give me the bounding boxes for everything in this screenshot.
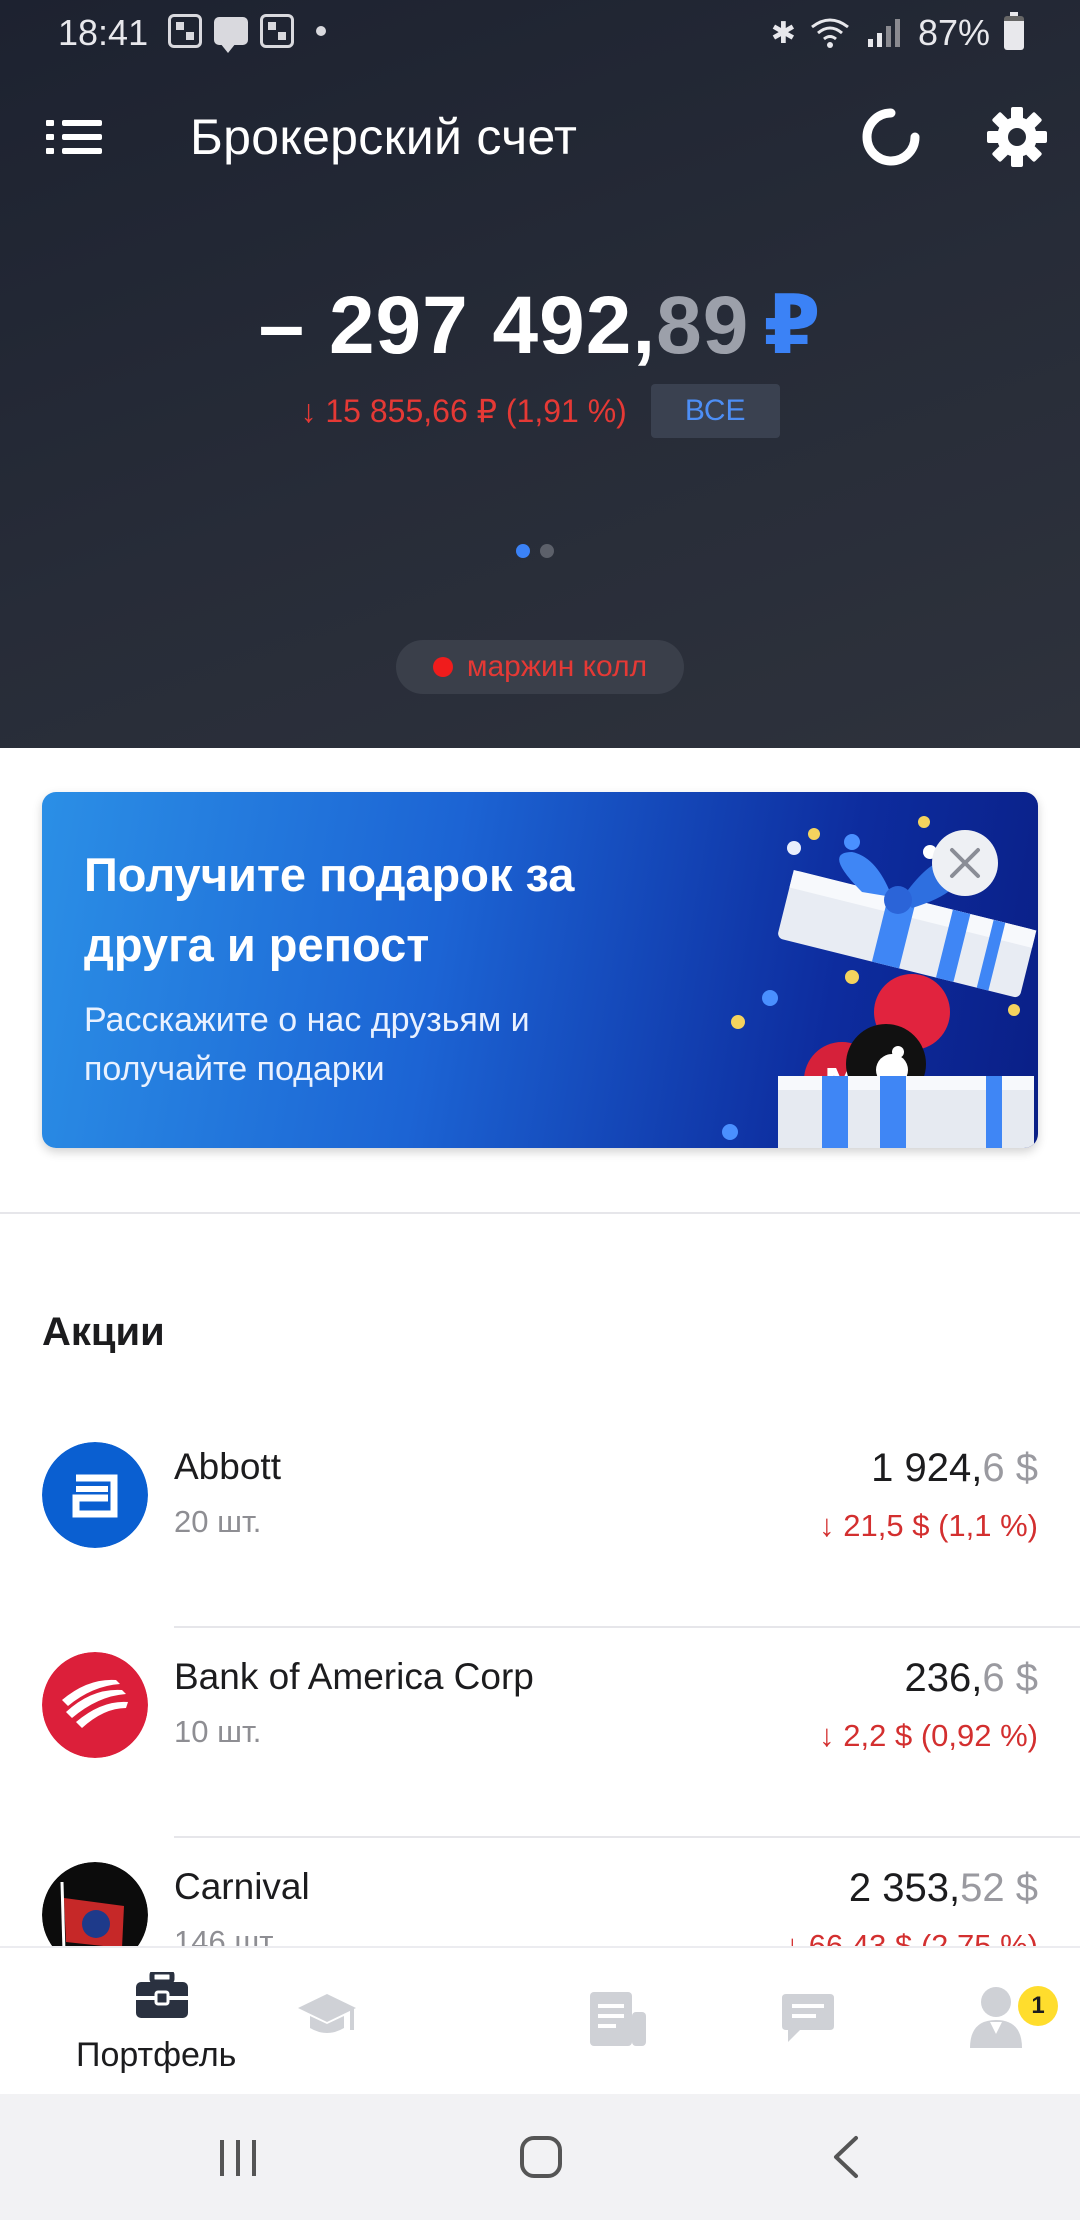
section-divider <box>0 1212 1080 1214</box>
top-app-bar: Брокерский счет <box>0 96 1080 180</box>
menu-list-icon[interactable] <box>46 114 102 160</box>
balance-integer: – 297 492, <box>258 280 657 371</box>
signal-icon <box>867 19 900 47</box>
graduation-cap-icon <box>298 1994 356 2033</box>
close-icon <box>950 848 980 878</box>
chat-icon <box>782 1994 834 2042</box>
bank-of-america-logo-icon <box>42 1652 148 1758</box>
banner-text: Расскажите о нас друзьям и получайте под… <box>84 1001 530 1088</box>
stock-price: 2 353,52 $ <box>849 1866 1038 1911</box>
banner-title: Получите подарок за друга и репост <box>84 848 575 971</box>
bluetooth-icon: ✱ <box>770 16 796 50</box>
gear-icon[interactable] <box>984 104 1050 170</box>
battery-percent: 87% <box>917 12 990 53</box>
news-icon <box>590 1992 646 2046</box>
promo-banner[interactable]: Получите подарок за друга и репост Расск… <box>42 792 1038 1148</box>
price-fraction: 6 $ <box>982 1446 1038 1490</box>
abbott-logo-icon <box>42 1442 148 1548</box>
stock-name: Bank of America Corp <box>174 1656 534 1697</box>
portfolio-balance: – 297 492,89 ₽ <box>0 278 1080 373</box>
account-header: 18:41 ✱ 87% Брокерский счет – 297 492,89… <box>0 0 1080 748</box>
stock-price: 1 924,6 $ <box>871 1446 1038 1491</box>
page-dot <box>540 544 554 558</box>
status-indicators: ✱ 87% <box>771 12 1024 54</box>
price-fraction: 52 $ <box>960 1866 1038 1910</box>
nav-portfolio[interactable]: Портфель <box>0 1948 236 2096</box>
stock-name: Carnival <box>174 1866 310 1907</box>
battery-icon <box>1004 12 1024 50</box>
currency-symbol: ₽ <box>763 280 822 371</box>
balance-fraction: 89 <box>656 280 750 371</box>
price-fraction: 6 $ <box>982 1656 1038 1700</box>
profile-icon <box>970 1987 1022 2048</box>
balance-change-row: ↓ 15 855,66 ₽ (1,91 %) ВСЕ <box>0 384 1080 438</box>
nav-portfolio-label: Портфель <box>76 2036 237 2074</box>
margin-call-label: маржин колл <box>466 650 648 683</box>
close-banner-button[interactable] <box>932 830 998 896</box>
back-icon[interactable] <box>826 2134 866 2180</box>
notification-badge: 1 <box>1018 1986 1058 2026</box>
stocks-section-title: Акции <box>42 1310 165 1354</box>
price-integer: 1 924, <box>871 1446 983 1490</box>
stock-quantity: 20 шт. <box>174 1504 262 1539</box>
refresh-icon[interactable] <box>858 104 924 170</box>
alert-dot-icon <box>432 657 453 677</box>
stock-price: 236,6 $ <box>905 1656 1038 1701</box>
page-dot-active <box>516 544 530 558</box>
notification-icons <box>168 14 326 53</box>
nav-education[interactable] <box>216 1948 432 2096</box>
bottom-navigation: Портфель 1 <box>0 1946 1080 2094</box>
stock-row-abbott[interactable]: Abbott 20 шт. 1 924,6 $ ↓ 21,5 $ (1,1 %) <box>0 1418 1080 1628</box>
wifi-icon <box>811 18 849 48</box>
nav-chat[interactable] <box>648 1948 864 2096</box>
nav-news[interactable] <box>432 1948 648 2096</box>
page-title: Брокерский счет <box>190 109 578 165</box>
period-all-button[interactable]: ВСЕ <box>650 384 780 438</box>
stock-quantity: 10 шт. <box>174 1714 262 1749</box>
stock-name: Abbott <box>174 1446 281 1487</box>
briefcase-icon <box>136 1972 188 2018</box>
home-icon[interactable] <box>518 2134 564 2180</box>
price-integer: 236, <box>904 1656 983 1700</box>
stock-change: ↓ 21,5 $ (1,1 %) <box>819 1508 1038 1543</box>
status-bar: 18:41 ✱ 87% <box>0 0 1080 66</box>
stock-row-bank-of-america[interactable]: Bank of America Corp 10 шт. 236,6 $ ↓ 2,… <box>0 1628 1080 1838</box>
page-indicator <box>516 544 554 558</box>
recent-apps-icon[interactable] <box>216 2136 260 2180</box>
margin-call-badge[interactable]: маржин колл <box>396 640 684 694</box>
balance-change: ↓ 15 855,66 ₽ (1,91 %) <box>300 393 627 429</box>
more-notifications-icon <box>316 26 326 36</box>
status-time: 18:41 <box>58 12 149 53</box>
app-notification-icon <box>168 14 202 48</box>
app-notification-icon <box>260 14 294 48</box>
message-notification-icon <box>214 17 248 53</box>
price-integer: 2 353, <box>848 1866 961 1910</box>
system-navigation-bar <box>0 2094 1080 2220</box>
stock-change: ↓ 2,2 $ (0,92 %) <box>819 1718 1038 1753</box>
